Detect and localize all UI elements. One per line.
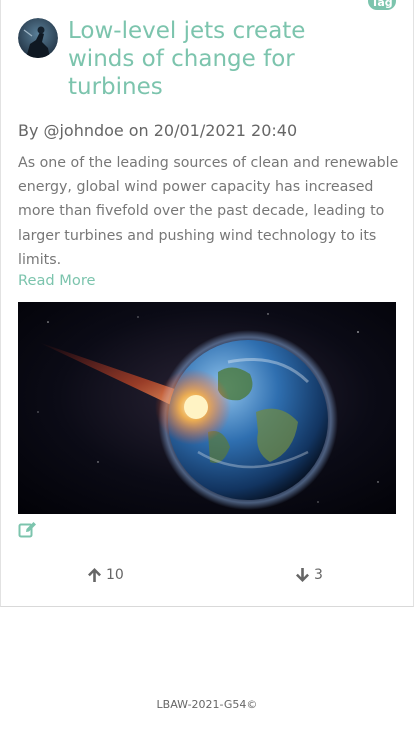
byline-on: on bbox=[128, 121, 149, 140]
downvote-count: 3 bbox=[314, 567, 323, 583]
author-link[interactable]: @johndoe bbox=[43, 121, 123, 140]
avatar-image bbox=[18, 18, 58, 58]
read-more-link[interactable]: Read More bbox=[18, 272, 96, 289]
footer-text: LBAW-2021-G54© bbox=[156, 698, 258, 711]
post-image bbox=[18, 302, 396, 514]
post-body: As one of the leading sources of clean a… bbox=[18, 155, 399, 268]
post-title[interactable]: Low-level jets create winds of change fo… bbox=[68, 17, 368, 101]
avatar[interactable] bbox=[18, 18, 58, 58]
byline-prefix: By bbox=[18, 121, 39, 140]
tag-badge[interactable]: Tag bbox=[368, 0, 396, 10]
downvote-button[interactable]: 3 bbox=[295, 566, 323, 584]
post-date: 20/01/2021 20:40 bbox=[153, 121, 298, 140]
upvote-count: 10 bbox=[106, 567, 124, 583]
post-card: Tag Low-level jets create winds of chang… bbox=[0, 0, 414, 607]
edit-icon[interactable] bbox=[18, 521, 37, 539]
arrow-down-icon bbox=[296, 568, 309, 582]
upvote-button[interactable]: 10 bbox=[87, 566, 124, 584]
byline: By @johndoe on 20/01/2021 20:40 bbox=[18, 121, 297, 140]
arrow-up-icon bbox=[88, 568, 101, 582]
